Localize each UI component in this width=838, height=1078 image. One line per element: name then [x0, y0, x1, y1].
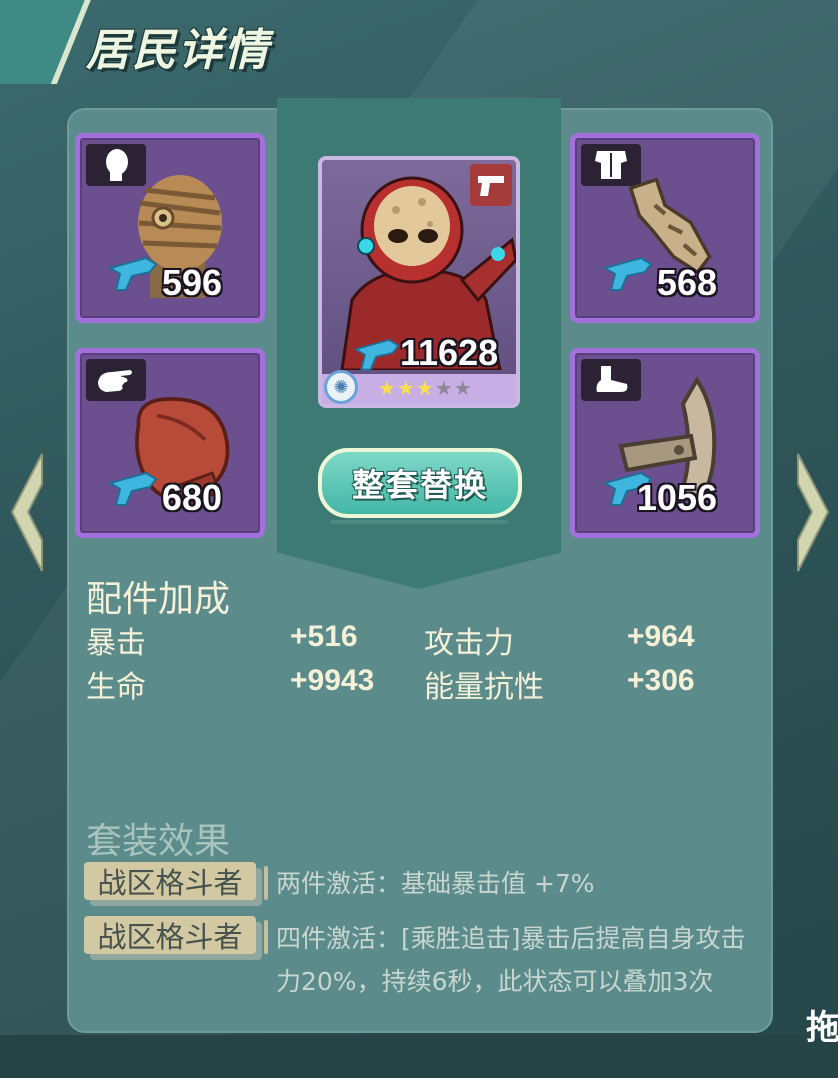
set-effect-text: 两件激活：基础暴击值 +7% — [276, 869, 595, 898]
item-power: 680 — [161, 477, 222, 518]
set-effects-title: 套装效果 — [86, 821, 231, 862]
item-power: 568 — [656, 262, 717, 303]
star-icon: ★ — [378, 376, 397, 400]
star-icon: ★ — [415, 376, 435, 400]
equipment-slot-head[interactable]: 596 — [75, 133, 265, 323]
set-effect-text: 四件激活：[乘胜追击]暴击后提高自身攻击力20%，持续6秒，此状态可以叠加3次 — [276, 924, 746, 996]
hero-card[interactable]: 11628 ★★★★★ ✺ — [318, 156, 520, 408]
divider — [330, 520, 508, 524]
set-name-tag: 战区格斗者 — [84, 862, 268, 900]
previous-arrow-icon[interactable] — [6, 450, 46, 575]
star-rating: ★★★★★ — [378, 376, 473, 400]
item-power: 596 — [161, 262, 222, 303]
next-arrow-icon[interactable] — [794, 450, 834, 575]
stat-name: 生命 — [86, 670, 146, 705]
equipment-slot-body[interactable]: 568 — [570, 133, 760, 323]
item-power: 1056 — [636, 477, 717, 518]
weapon-type-icon — [107, 471, 158, 506]
weapon-type-icon — [602, 256, 653, 291]
bottom-bar — [0, 1035, 838, 1078]
star-empty-icon: ★ — [453, 376, 473, 400]
rank-badge-icon: ✺ — [324, 370, 358, 404]
stat-name: 攻击力 — [424, 626, 514, 661]
bonus-title: 配件加成 — [86, 579, 231, 620]
equipment-slot-hand[interactable]: 680 — [75, 348, 265, 538]
stat-value: +964 — [627, 620, 695, 653]
stat-name: 能量抗性 — [424, 670, 544, 705]
weapon-type-icon — [353, 338, 400, 371]
set-name-tag: 战区格斗者 — [84, 916, 268, 954]
page-title: 居民详情 — [86, 25, 270, 76]
star-empty-icon: ★ — [434, 376, 454, 400]
hero-power: 11628 — [400, 332, 499, 373]
replace-set-button[interactable]: 整套替换 — [318, 448, 522, 518]
stat-value: +516 — [290, 620, 358, 653]
stat-value: +9943 — [290, 664, 375, 697]
weapon-type-icon — [107, 256, 158, 291]
pistol-icon — [470, 164, 512, 206]
equipment-slot-foot[interactable]: 1056 — [570, 348, 760, 538]
stat-value: +306 — [627, 664, 695, 697]
drag-hint: 拖 — [806, 1008, 838, 1048]
star-icon: ★ — [396, 376, 416, 400]
stat-name: 暴击 — [86, 626, 146, 661]
